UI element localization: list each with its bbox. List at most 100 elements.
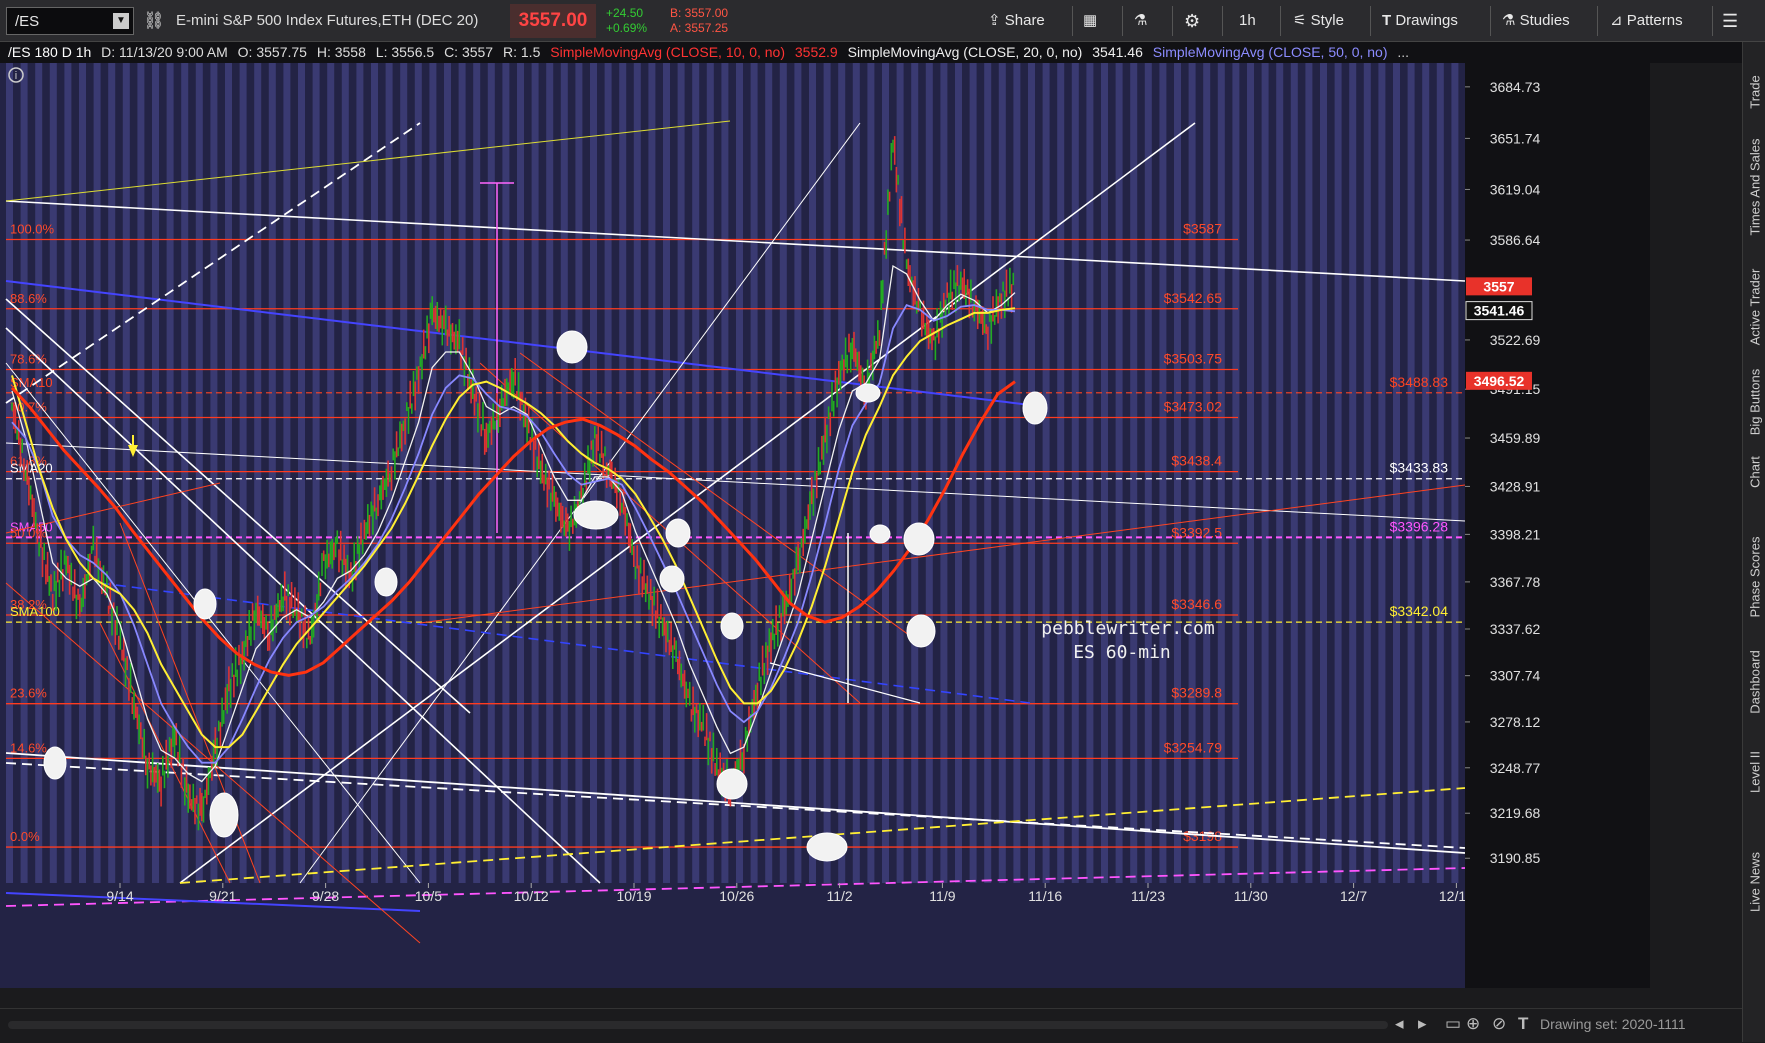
- legend-sma10-label: SimpleMovingAvg (CLOSE, 10, 0, no): [550, 44, 785, 60]
- flask-icon[interactable]: ⚗: [1134, 7, 1147, 35]
- collapse-icon[interactable]: ▭: [1445, 1014, 1461, 1034]
- side-tab-chart[interactable]: Chart: [1743, 442, 1765, 502]
- session-stripe: [1042, 63, 1050, 883]
- x-tick-label: 11/9: [929, 888, 955, 904]
- share-icon: ⇪: [988, 12, 1005, 29]
- x-tick-label: 9/28: [312, 888, 339, 904]
- session-stripe: [458, 63, 466, 883]
- fib-price-label: $3473.02: [1164, 399, 1223, 415]
- net-change: +24.50: [606, 6, 644, 20]
- link-icon[interactable]: ⛓: [143, 7, 165, 35]
- menu-icon[interactable]: ☰: [1722, 7, 1738, 35]
- flask-icon: ⚗: [1502, 12, 1520, 29]
- session-stripe: [298, 63, 305, 883]
- ask-price: A: 3557.25: [670, 21, 729, 35]
- session-stripe: [590, 63, 597, 883]
- legend-date: D: 11/13/20 9:00 AM: [101, 44, 228, 60]
- legend-range: R: 1.5: [503, 44, 541, 60]
- interval-selector[interactable]: 1h: [1239, 7, 1256, 35]
- annotation-marker: [1022, 391, 1048, 425]
- gear-icon[interactable]: ⚙: [1184, 7, 1200, 35]
- session-stripe: [283, 63, 291, 883]
- annotation-marker: [855, 383, 881, 403]
- legend-sma20-value: 3541.46: [1092, 44, 1143, 60]
- legend-open: O: 3557.75: [237, 44, 307, 60]
- annotation-marker: [903, 522, 935, 556]
- annotation-marker: [906, 614, 936, 648]
- chart-scrollbar[interactable]: [8, 1021, 1388, 1029]
- legend-more[interactable]: ...: [1397, 44, 1409, 60]
- y-tick-label: 3367.78: [1490, 574, 1541, 590]
- session-stripe: [677, 63, 685, 883]
- x-tick-label: 11/16: [1028, 888, 1062, 904]
- session-stripe: [896, 63, 904, 883]
- y-tick-label: 3398.21: [1490, 526, 1541, 542]
- chart-settings-grid-icon[interactable]: ▦: [1083, 7, 1097, 35]
- session-stripe: [823, 63, 831, 883]
- sma-level-price: $3488.83: [1390, 374, 1449, 390]
- symbol-selector[interactable]: /ES ▼: [6, 7, 134, 35]
- side-tab-big-buttons[interactable]: Big Buttons: [1743, 369, 1765, 436]
- session-stripe: [268, 63, 276, 883]
- annotation-marker: [806, 832, 848, 862]
- patterns-button[interactable]: ⊿ Patterns: [1610, 7, 1683, 35]
- session-stripe: [444, 63, 451, 883]
- price-chart[interactable]: 100.0% $358788.6% $3542.6578.6% $3503.7570.…: [0, 63, 1650, 988]
- side-tab-label: Phase Scores: [1747, 536, 1762, 618]
- session-stripe: [838, 63, 846, 883]
- text-tool-icon[interactable]: T: [1518, 1014, 1528, 1034]
- last-price: 3557.00: [510, 4, 596, 38]
- annotation-marker: [720, 612, 744, 640]
- chevron-down-icon[interactable]: ▼: [113, 13, 129, 29]
- session-stripe: [1290, 63, 1298, 883]
- style-button[interactable]: ⚟ Style: [1293, 7, 1344, 35]
- legend-symbol: /ES 180 D 1h: [8, 44, 92, 60]
- session-stripe: [794, 63, 802, 883]
- session-stripe: [473, 63, 481, 883]
- scroll-left-icon[interactable]: ◂: [1395, 1014, 1404, 1034]
- annotation-marker: [43, 746, 67, 780]
- session-stripe: [356, 63, 364, 883]
- session-stripe: [181, 63, 189, 883]
- chart-legend: /ES 180 D 1h D: 11/13/20 9:00 AM O: 3557…: [0, 42, 1765, 63]
- side-tab-active-trader[interactable]: Active Trader: [1743, 252, 1765, 362]
- side-tab-label: Level II: [1747, 751, 1762, 793]
- session-stripe: [487, 63, 495, 883]
- session-stripe: [692, 63, 700, 883]
- side-tab-times-and-sales[interactable]: Times And Sales: [1743, 132, 1765, 242]
- fib-price-label: $3346.6: [1171, 596, 1222, 612]
- zoom-icon[interactable]: ⊘: [1492, 1014, 1506, 1034]
- toolbar-divider: [1712, 6, 1713, 36]
- y-tick-label: 3248.77: [1490, 760, 1541, 776]
- drawing-set-label[interactable]: Drawing set: 2020-1111: [1540, 1016, 1686, 1032]
- side-tab-live-news[interactable]: Live News: [1743, 832, 1765, 932]
- scroll-right-icon[interactable]: ▸: [1418, 1014, 1427, 1034]
- chart-plot-area[interactable]: 100.0% $3587 88.6% $3542.65 78.6% $3503.75 70.…: [0, 63, 1650, 988]
- side-tab-trade[interactable]: Trade: [1743, 62, 1765, 122]
- fib-price-label: $3289.8: [1171, 685, 1222, 701]
- session-stripe: [1217, 63, 1225, 883]
- y-tick-label: 3522.69: [1490, 332, 1541, 348]
- side-tab-level-ii[interactable]: Level II: [1743, 732, 1765, 812]
- side-tab-label: Times And Sales: [1747, 138, 1762, 236]
- drawings-button[interactable]: T Drawings: [1382, 7, 1458, 35]
- session-stripe: [225, 63, 232, 883]
- side-tab-dashboard[interactable]: Dashboard: [1743, 642, 1765, 722]
- y-tick-label: 3190.85: [1490, 850, 1541, 866]
- studies-button[interactable]: ⚗ Studies: [1502, 7, 1570, 35]
- instrument-title: E-mini S&P 500 Index Futures,ETH (DEC 20…: [176, 12, 479, 29]
- side-tab-phase-scores[interactable]: Phase Scores: [1743, 522, 1765, 632]
- session-stripe: [1320, 63, 1327, 883]
- session-stripe: [1071, 63, 1079, 883]
- legend-close: C: 3557: [444, 44, 494, 60]
- share-button[interactable]: ⇪ Share: [988, 7, 1045, 35]
- fib-percent-label: 88.6%: [10, 291, 47, 306]
- session-stripe: [254, 63, 262, 883]
- side-tab-label: Live News: [1747, 852, 1762, 912]
- toolbar-divider: [1490, 6, 1491, 36]
- annotation-marker: [209, 792, 239, 838]
- legend-sma10-value: 3552.9: [794, 44, 838, 60]
- pan-crosshair-icon[interactable]: ⊕: [1466, 1014, 1480, 1034]
- symbol-text: /ES: [15, 13, 40, 30]
- x-tick-label: 11/2: [826, 888, 852, 904]
